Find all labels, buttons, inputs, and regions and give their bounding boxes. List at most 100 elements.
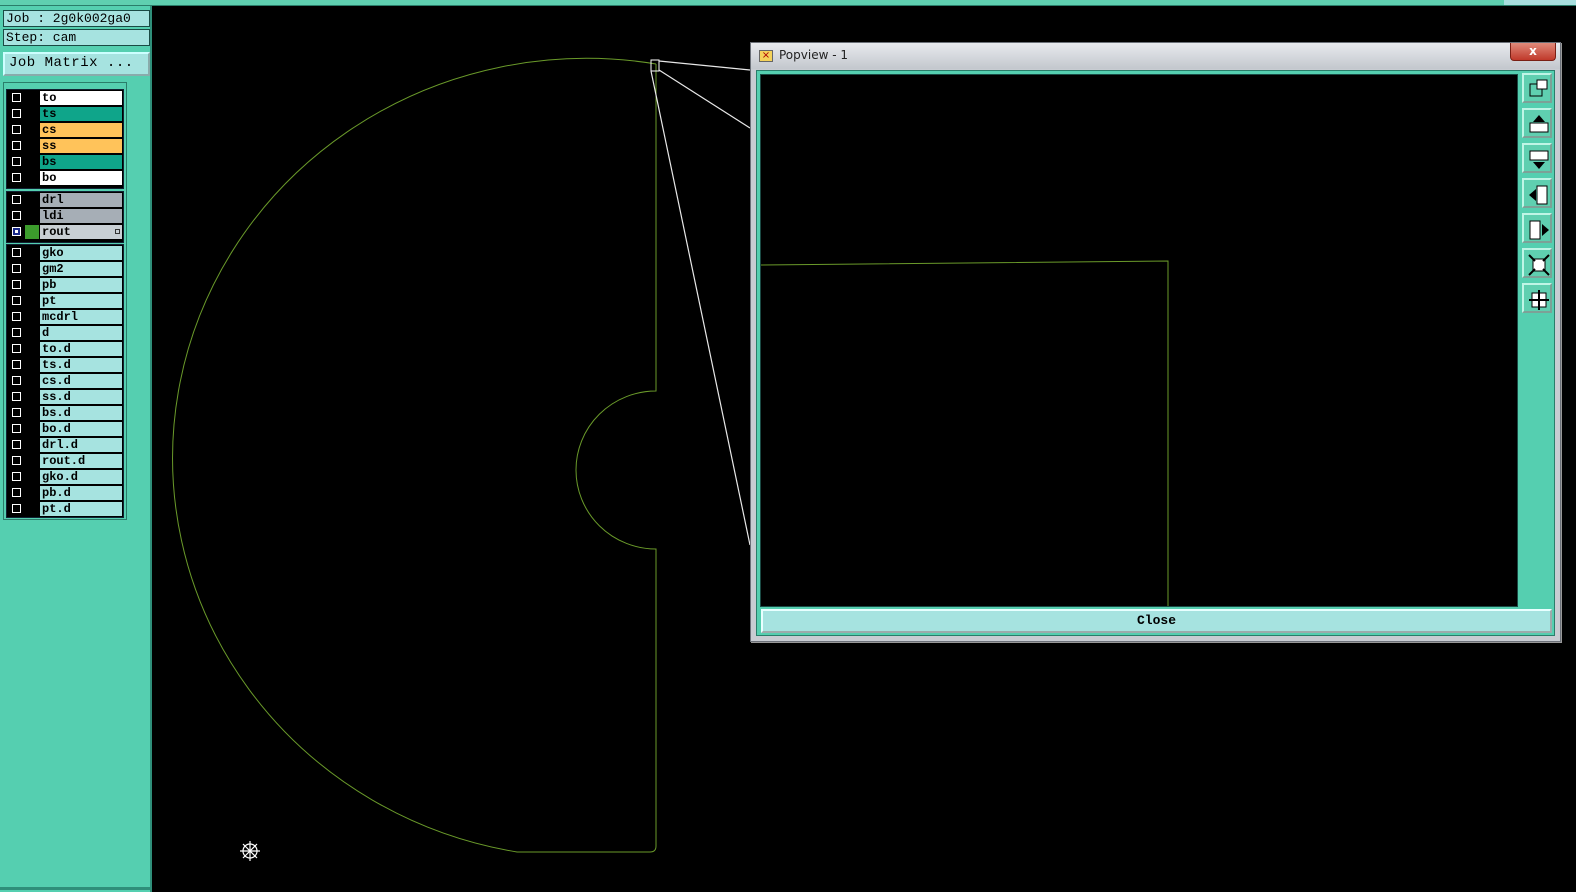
layer-name[interactable]: to <box>40 91 122 105</box>
pan-down-button[interactable] <box>1522 143 1552 173</box>
layer-color-swatch[interactable] <box>25 454 39 468</box>
layer-row-ldi[interactable]: ldi <box>7 208 123 224</box>
pan-right-button[interactable] <box>1522 213 1552 243</box>
layer-name[interactable]: drl.d <box>40 438 122 452</box>
layer-checkbox[interactable] <box>12 424 21 433</box>
layer-name[interactable]: bs <box>40 155 122 169</box>
layer-row-ts[interactable]: ts <box>7 106 123 122</box>
layer-color-swatch[interactable] <box>25 486 39 500</box>
layer-row-pt[interactable]: pt <box>7 293 123 309</box>
layer-row-d[interactable]: d <box>7 325 123 341</box>
layer-color-swatch[interactable] <box>25 209 39 223</box>
layer-color-swatch[interactable] <box>25 502 39 516</box>
layer-row-bs[interactable]: bs <box>7 154 123 170</box>
layer-color-swatch[interactable] <box>25 193 39 207</box>
layer-checkbox[interactable] <box>12 173 21 182</box>
layer-name[interactable]: drl <box>40 193 122 207</box>
layer-row-mcdrl[interactable]: mcdrl <box>7 309 123 325</box>
layer-name[interactable]: rout <box>40 225 122 239</box>
layer-name[interactable]: pt.d <box>40 502 122 516</box>
layer-checkbox[interactable] <box>12 211 21 220</box>
layer-checkbox[interactable] <box>12 440 21 449</box>
layer-checkbox[interactable] <box>12 360 21 369</box>
layer-name[interactable]: cs.d <box>40 374 122 388</box>
layer-name[interactable]: bo.d <box>40 422 122 436</box>
layer-name[interactable]: pb.d <box>40 486 122 500</box>
layer-name[interactable]: bs.d <box>40 406 122 420</box>
layer-row-drl[interactable]: drl <box>7 192 123 208</box>
layer-row-bo-d[interactable]: bo.d <box>7 421 123 437</box>
layer-checkbox[interactable] <box>12 456 21 465</box>
layer-color-swatch[interactable] <box>25 358 39 372</box>
layer-checkbox[interactable] <box>12 392 21 401</box>
layer-name[interactable]: pb <box>40 278 122 292</box>
layer-color-swatch[interactable] <box>25 123 39 137</box>
layer-checkbox[interactable] <box>12 248 21 257</box>
layer-color-swatch[interactable] <box>25 326 39 340</box>
layer-checkbox[interactable] <box>12 312 21 321</box>
layer-name[interactable]: ts.d <box>40 358 122 372</box>
layer-checkbox[interactable] <box>12 93 21 102</box>
layer-checkbox[interactable] <box>12 280 21 289</box>
layer-color-swatch[interactable] <box>25 310 39 324</box>
popview-titlebar[interactable]: × Popview - 1 x <box>751 43 1560 69</box>
layer-checkbox[interactable] <box>12 328 21 337</box>
layer-checkbox[interactable] <box>12 472 21 481</box>
layer-row-to-d[interactable]: to.d <box>7 341 123 357</box>
layer-name[interactable]: ss <box>40 139 122 153</box>
layer-checkbox[interactable] <box>12 408 21 417</box>
layer-color-swatch[interactable] <box>25 155 39 169</box>
layer-row-bo[interactable]: bo <box>7 170 123 186</box>
layer-name[interactable]: d <box>40 326 122 340</box>
layer-name[interactable]: ss.d <box>40 390 122 404</box>
layer-checkbox[interactable] <box>12 296 21 305</box>
zoom-home-button[interactable] <box>1522 248 1552 278</box>
layer-color-swatch[interactable] <box>25 262 39 276</box>
layer-row-cs[interactable]: cs <box>7 122 123 138</box>
layer-checkbox[interactable] <box>12 227 21 236</box>
layer-checkbox[interactable] <box>12 344 21 353</box>
layer-row-drl-d[interactable]: drl.d <box>7 437 123 453</box>
layer-row-to[interactable]: to <box>7 90 123 106</box>
layer-color-swatch[interactable] <box>25 171 39 185</box>
layer-color-swatch[interactable] <box>25 438 39 452</box>
layer-checkbox[interactable] <box>12 376 21 385</box>
layer-name[interactable]: gko.d <box>40 470 122 484</box>
layer-checkbox[interactable] <box>12 125 21 134</box>
layer-name[interactable]: ldi <box>40 209 122 223</box>
layer-checkbox[interactable] <box>12 109 21 118</box>
layer-name[interactable]: rout.d <box>40 454 122 468</box>
zoom-window-button[interactable] <box>1522 73 1552 103</box>
layer-name[interactable]: bo <box>40 171 122 185</box>
layer-row-ss[interactable]: ss <box>7 138 123 154</box>
layer-color-swatch[interactable] <box>25 225 39 239</box>
layer-row-pb-d[interactable]: pb.d <box>7 485 123 501</box>
layer-color-swatch[interactable] <box>25 342 39 356</box>
layer-row-ss-d[interactable]: ss.d <box>7 389 123 405</box>
layer-name[interactable]: gm2 <box>40 262 122 276</box>
layer-checkbox[interactable] <box>12 141 21 150</box>
layer-color-swatch[interactable] <box>25 278 39 292</box>
layer-color-swatch[interactable] <box>25 294 39 308</box>
layer-row-rout-d[interactable]: rout.d <box>7 453 123 469</box>
layer-row-gko[interactable]: gko <box>7 245 123 261</box>
layer-name[interactable]: pt <box>40 294 122 308</box>
layer-color-swatch[interactable] <box>25 139 39 153</box>
layer-color-swatch[interactable] <box>25 246 39 260</box>
job-matrix-button[interactable]: Job Matrix ... <box>3 52 150 76</box>
layer-checkbox[interactable] <box>12 488 21 497</box>
layer-name[interactable]: mcdrl <box>40 310 122 324</box>
layer-color-swatch[interactable] <box>25 107 39 121</box>
layer-color-swatch[interactable] <box>25 91 39 105</box>
layer-row-bs-d[interactable]: bs.d <box>7 405 123 421</box>
layer-row-cs-d[interactable]: cs.d <box>7 373 123 389</box>
pan-up-button[interactable] <box>1522 108 1552 138</box>
layer-color-swatch[interactable] <box>25 422 39 436</box>
layer-row-gm2[interactable]: gm2 <box>7 261 123 277</box>
layer-checkbox[interactable] <box>12 264 21 273</box>
layer-color-swatch[interactable] <box>25 406 39 420</box>
layer-row-rout[interactable]: rout <box>7 224 123 240</box>
popview-viewport[interactable] <box>760 74 1518 607</box>
layer-row-ts-d[interactable]: ts.d <box>7 357 123 373</box>
layer-checkbox[interactable] <box>12 504 21 513</box>
